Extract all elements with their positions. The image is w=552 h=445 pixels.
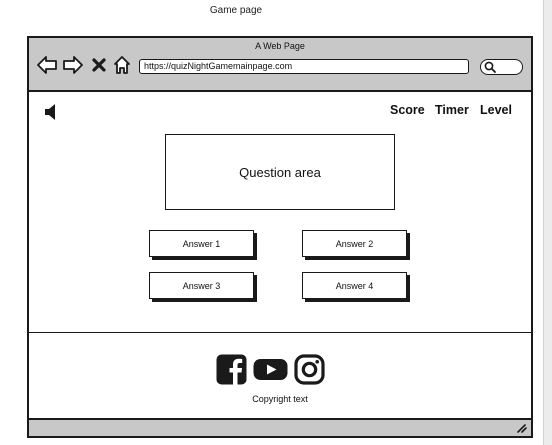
page-caption: Game page [209, 5, 263, 16]
browser-chrome: A Web Page https://quizNightGamemainpage… [29, 38, 531, 92]
status-bar [29, 418, 531, 436]
forward-arrow-icon[interactable] [63, 55, 83, 75]
url-bar[interactable]: https://quizNightGamemainpage.com [139, 59, 469, 74]
home-icon[interactable] [113, 55, 131, 75]
browser-window: A Web Page https://quizNightGamemainpage… [27, 36, 533, 438]
timer-label: Timer [435, 103, 469, 117]
answer-4-button[interactable]: Answer 4 [302, 272, 407, 299]
close-x-icon[interactable] [91, 55, 107, 75]
window-title: A Web Page [255, 41, 305, 51]
question-area: Question area [165, 134, 395, 210]
resize-grip-icon[interactable] [516, 423, 527, 433]
youtube-icon[interactable] [253, 354, 288, 385]
page-scrollbar[interactable] [543, 0, 552, 445]
speaker-icon[interactable] [44, 102, 58, 122]
footer-divider [29, 332, 531, 333]
answer-3-button[interactable]: Answer 3 [149, 272, 254, 299]
answer-1-button[interactable]: Answer 1 [149, 230, 254, 257]
level-label: Level [480, 103, 512, 117]
instagram-icon[interactable] [294, 354, 325, 385]
facebook-icon[interactable] [216, 354, 247, 385]
score-label: Score [390, 103, 425, 117]
copyright-text: Copyright text [252, 394, 308, 404]
search-button[interactable] [480, 59, 523, 75]
answer-2-button[interactable]: Answer 2 [302, 230, 407, 257]
search-icon [484, 61, 496, 73]
back-arrow-icon[interactable] [37, 55, 57, 75]
